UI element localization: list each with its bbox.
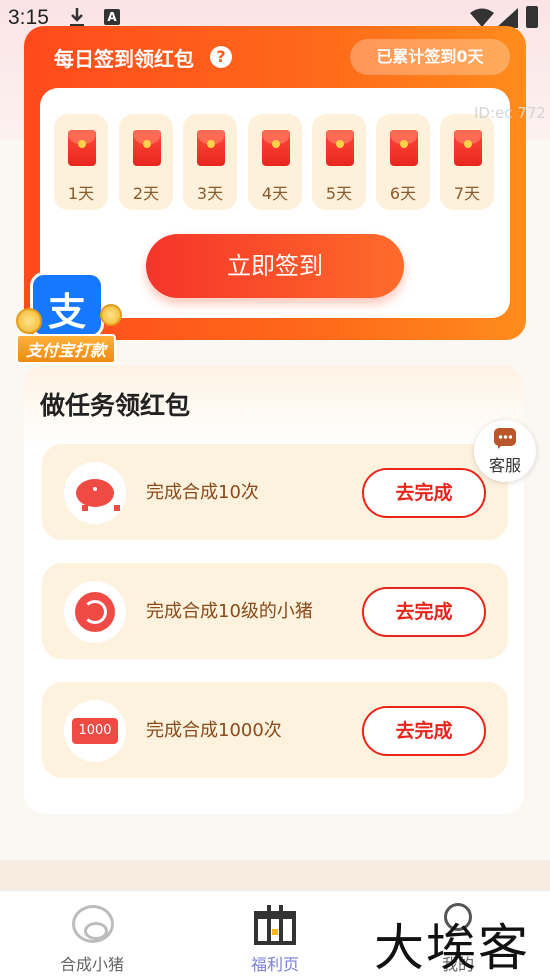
chat-bubble-icon (494, 428, 516, 449)
bottom-strip (0, 860, 550, 892)
signin-title: 每日签到领红包 (54, 47, 194, 71)
day-label: 5天 (325, 184, 353, 203)
wifi-icon (470, 8, 494, 27)
nav-label: 福利页 (250, 955, 299, 974)
red-envelope-icon (262, 130, 290, 166)
task-label: 完成合成1000次 (146, 720, 282, 741)
count-1000-text: 1000 (72, 718, 118, 744)
help-icon[interactable]: ? (210, 46, 232, 68)
task-section-title: 做任务领红包 (40, 391, 191, 420)
piggy-bank-icon (64, 462, 126, 524)
day-label: 6天 (389, 184, 417, 203)
customer-service-label: 客服 (488, 456, 521, 475)
coin-icon (16, 308, 42, 334)
red-envelope-icon (454, 130, 482, 166)
recycle-icon (64, 581, 126, 643)
nav-tab-welfare[interactable]: 福利页 (215, 891, 335, 979)
red-envelope-icon (390, 130, 418, 166)
day-item-6: 6天 (376, 114, 430, 210)
alipay-badge[interactable]: 支 支付宝打款 (16, 272, 122, 368)
day-item-4: 4天 (248, 114, 302, 210)
task-item: 1000 完成合成1000次 去完成 (42, 682, 508, 778)
task-item: 完成合成10级的小猪 去完成 (42, 563, 508, 659)
day-label: 4天 (261, 184, 289, 203)
day-label: 2天 (132, 184, 160, 203)
task-item: 完成合成10次 去完成 (42, 444, 508, 540)
coin-icon (100, 304, 122, 326)
red-envelope-icon (326, 130, 354, 166)
red-envelope-icon (133, 130, 161, 166)
brand-watermark: 大埃客 (374, 919, 530, 977)
red-envelope-icon (197, 130, 225, 166)
count-1000-icon: 1000 (64, 700, 126, 762)
customer-service-button[interactable]: 客服 (474, 420, 536, 482)
user-id-watermark: ID:ec 772 (474, 104, 546, 122)
go-complete-button[interactable]: 去完成 (362, 468, 486, 518)
red-envelope-icon (68, 130, 96, 166)
day-label: 7天 (453, 184, 481, 203)
task-label: 完成合成10级的小猪 (146, 601, 313, 622)
day-item-5: 5天 (312, 114, 366, 210)
signin-button[interactable]: 立即签到 (146, 234, 404, 298)
day-item-3: 3天 (183, 114, 237, 210)
gift-icon (254, 905, 296, 945)
alipay-payout-label: 支付宝打款 (16, 334, 116, 364)
alipay-logo-icon: 支 (30, 272, 104, 338)
day-label: 1天 (67, 184, 95, 203)
day-item-1: 1天 (54, 114, 108, 210)
task-card: 做任务领红包 完成合成10次 去完成 完成合成10级的小猪 去完成 1000 完… (24, 366, 524, 814)
go-complete-button[interactable]: 去完成 (362, 587, 486, 637)
go-complete-button[interactable]: 去完成 (362, 706, 486, 756)
day-item-2: 2天 (119, 114, 173, 210)
battery-icon (526, 6, 538, 28)
a-notification-icon: A (104, 9, 120, 25)
signal-icon (496, 8, 518, 28)
day-item-7: 7天 (440, 114, 494, 210)
task-label: 完成合成10次 (146, 482, 259, 503)
download-icon (70, 8, 84, 27)
signin-count-badge: 已累计签到0天 (350, 39, 510, 75)
pig-face-icon (72, 905, 114, 943)
alipay-logo-char: 支 (47, 290, 86, 334)
nav-tab-merge-pig[interactable]: 合成小猪 (32, 891, 152, 979)
nav-label: 合成小猪 (59, 955, 124, 974)
day-label: 3天 (196, 184, 224, 203)
